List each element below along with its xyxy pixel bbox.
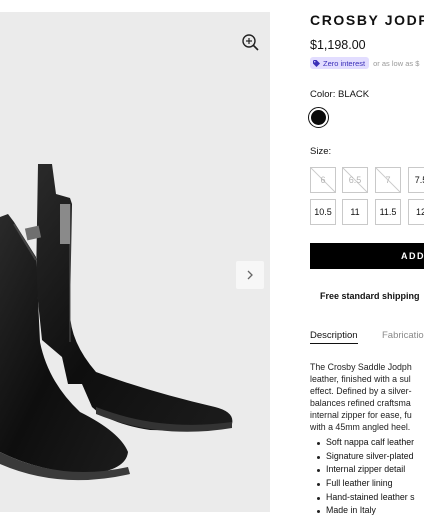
financing-promo[interactable]: Zero interest or as low as $ [310,56,419,70]
zero-interest-badge[interactable]: Zero interest [310,57,370,69]
size-option[interactable]: 6 [310,167,336,193]
size-option[interactable]: 10.5 [310,199,336,225]
size-option[interactable]: 11.5 [375,199,401,225]
next-image-button[interactable] [236,261,264,289]
product-price: $1,198.00 [310,38,366,52]
size-label: Size: [310,146,332,157]
feature-item: Soft nappa calf leather [315,436,415,450]
chevron-right-icon [247,270,253,280]
size-option[interactable]: 6.5 [342,167,368,193]
description-line: with a 45mm angled heel. [310,422,411,432]
add-to-bag-button[interactable]: ADD [310,243,424,269]
feature-item: Signature silver-plated [315,450,415,464]
size-option[interactable]: 7 [375,167,401,193]
feature-item: Full leather lining [315,477,415,491]
feature-item: Made in Italy [315,504,415,518]
swatch-fill [311,110,326,125]
tag-icon [313,59,320,67]
size-option[interactable]: 11 [342,199,368,225]
product-image-boots [0,164,233,481]
tab-description[interactable]: Description [310,330,358,344]
color-label: Color: BLACK [310,89,370,100]
description-line: effect. Defined by a silver- [310,386,412,396]
badge-label: Zero interest [323,58,366,68]
zoom-button[interactable] [240,32,262,54]
description-line: balances refined craftsma [310,398,411,408]
description-line: internal zipper for ease, fu [310,410,412,420]
description-line: The Crosby Saddle Jodph [310,362,412,372]
description-line: leather, finished with a sul [310,374,411,384]
product-description: The Crosby Saddle Jodph leather, finishe… [310,361,424,433]
shipping-note: Free standard shipping [320,291,420,301]
product-title: CROSBY JODPH [310,12,424,28]
zoom-in-icon [242,34,259,51]
promo-text: or as low as $ [373,58,420,68]
feature-item: Internal zipper detail [315,463,415,477]
size-option[interactable]: 7.5 [408,167,424,193]
feature-item: Hand-stained leather s [315,491,415,505]
feature-list: Soft nappa calf leather Signature silver… [315,436,415,518]
product-image-gallery [0,12,270,512]
tab-fabrication[interactable]: Fabricatio [382,330,424,341]
color-swatch-black[interactable] [308,107,329,128]
size-option[interactable]: 12 [408,199,424,225]
